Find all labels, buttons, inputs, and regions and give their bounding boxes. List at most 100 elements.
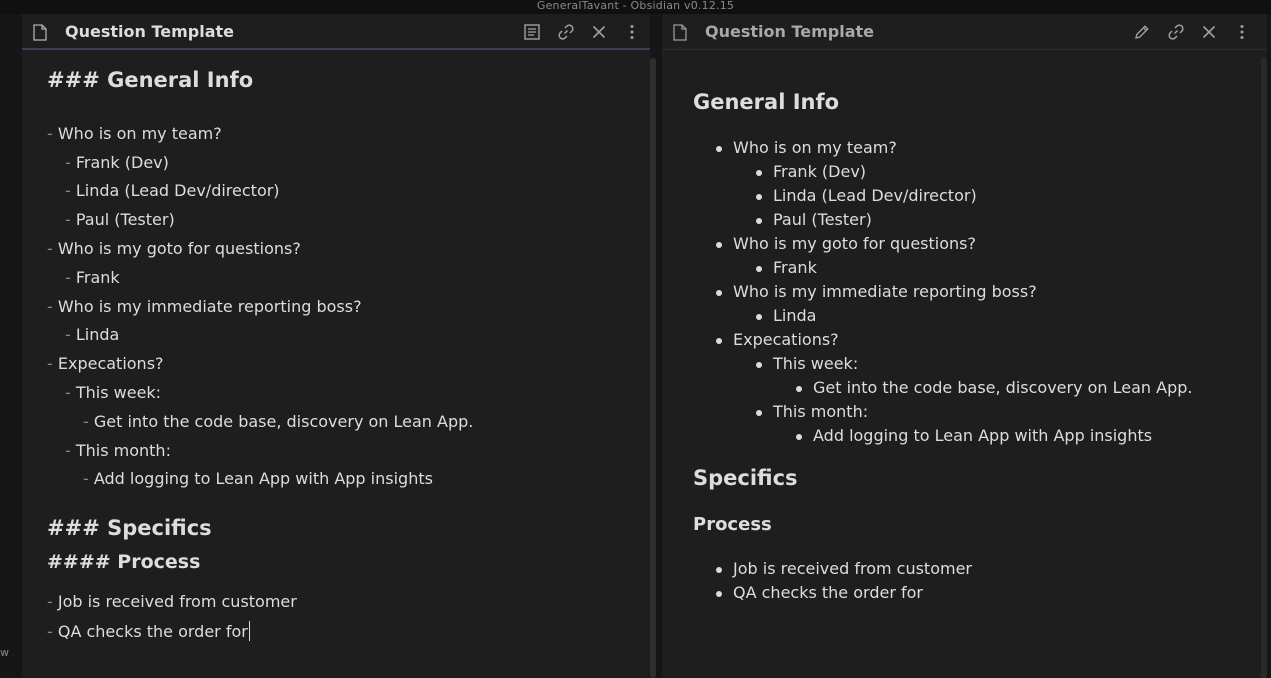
preview-pane-header: Question Template	[662, 14, 1267, 50]
pane-divider[interactable]	[650, 14, 662, 678]
preview-heading: Specifics	[693, 466, 798, 490]
edit-icon[interactable]	[1133, 23, 1151, 41]
editor-list-line[interactable]: - Who is on my team?	[47, 124, 222, 143]
bullet-marker	[796, 386, 802, 392]
editor-list-line[interactable]: - Frank (Dev)	[65, 153, 169, 172]
preview-list-item: This week:	[773, 354, 859, 373]
bullet-marker	[716, 591, 722, 597]
preview-icon[interactable]	[523, 23, 541, 41]
preview-list-item: Job is received from customer	[733, 559, 972, 578]
preview-list-item: Get into the code base, discovery on Lea…	[813, 378, 1193, 397]
preview-list-item: Frank	[773, 258, 817, 277]
editor-list-line[interactable]: - Get into the code base, discovery on L…	[83, 412, 473, 431]
list-text: This month:	[75, 441, 171, 460]
bullet-marker	[756, 314, 762, 320]
editor-pane: Question Template ### General Info - Who …	[22, 14, 650, 678]
bullet-marker	[756, 218, 762, 224]
list-dash: -	[65, 210, 76, 229]
list-dash: -	[47, 297, 58, 316]
preview-list-item: QA checks the order for	[733, 583, 923, 602]
list-dash: -	[47, 354, 58, 373]
editor-heading-line[interactable]: #### Process	[47, 551, 200, 573]
preview-list-item: Linda	[773, 306, 817, 325]
link-icon[interactable]	[1167, 23, 1185, 41]
close-icon[interactable]	[1200, 23, 1218, 41]
editor-heading-line[interactable]: ### General Info	[47, 68, 253, 92]
document-icon	[673, 24, 687, 41]
bullet-marker	[756, 194, 762, 200]
preview-list-item: Linda (Lead Dev/director)	[773, 186, 977, 205]
editor-heading-line[interactable]: ### Specifics	[47, 516, 212, 540]
list-dash: -	[83, 469, 94, 488]
list-text: Job is received from customer	[57, 592, 297, 611]
editor-list-line[interactable]: - Who is my immediate reporting boss?	[47, 297, 362, 316]
editor-list-line[interactable]: - Linda	[65, 325, 119, 344]
editor-list-line[interactable]: - This month:	[65, 441, 171, 460]
left-sidebar-edge: w	[0, 14, 22, 678]
bullet-marker	[716, 242, 722, 248]
close-icon[interactable]	[590, 23, 608, 41]
bullet-marker	[796, 434, 802, 440]
list-text: Linda (Lead Dev/director)	[75, 181, 280, 200]
list-dash: -	[47, 124, 58, 143]
list-dash: -	[65, 181, 76, 200]
editor-list-line[interactable]: - Linda (Lead Dev/director)	[65, 181, 280, 200]
list-text: Expecations?	[57, 354, 164, 373]
list-text: Frank (Dev)	[75, 153, 169, 172]
list-dash: -	[65, 383, 76, 402]
list-text: Who is on my team?	[57, 124, 222, 143]
bullet-marker	[716, 567, 722, 573]
preview-scrollbar[interactable]	[1261, 58, 1267, 678]
preview-list-item: Frank (Dev)	[773, 162, 867, 181]
list-text: Add logging to Lean App with App insight…	[93, 469, 433, 488]
preview-list-item: Who is on my team?	[733, 138, 897, 157]
bullet-marker	[756, 410, 762, 416]
editor-list-line[interactable]: - QA checks the order for	[47, 621, 250, 641]
window-title: GeneralTavant - Obsidian v0.12.15	[536, 0, 735, 12]
bullet-marker	[716, 338, 722, 344]
list-text: Linda	[75, 325, 120, 344]
editor-list-line[interactable]: - Job is received from customer	[47, 592, 297, 611]
list-text: Who is my goto for questions?	[57, 239, 301, 258]
editor-list-line[interactable]: - Frank	[65, 268, 120, 287]
preview-list-item: Paul (Tester)	[773, 210, 872, 229]
preview-list-item: Who is my immediate reporting boss?	[733, 282, 1037, 301]
list-text: Frank	[75, 268, 120, 287]
preview-pane: Question Template General Info Who is on …	[662, 14, 1267, 678]
text-cursor	[248, 621, 250, 641]
preview-list-item: Expecations?	[733, 330, 839, 349]
bullet-marker	[716, 290, 722, 296]
more-options-icon[interactable]	[1233, 23, 1251, 41]
document-icon	[33, 24, 47, 41]
editor-list-line[interactable]: - Add logging to Lean App with App insig…	[83, 469, 433, 488]
bullet-marker	[756, 170, 762, 176]
editor-list-line[interactable]: - Paul (Tester)	[65, 210, 175, 229]
more-options-icon[interactable]	[623, 23, 641, 41]
preview-list-item: Who is my goto for questions?	[733, 234, 976, 253]
editor-list-line[interactable]: - Expecations?	[47, 354, 164, 373]
list-dash: -	[65, 153, 76, 172]
list-dash: -	[47, 622, 58, 641]
editor-pane-header: Question Template	[22, 14, 650, 50]
editor-pane-title: Question Template	[65, 22, 234, 41]
editor-list-line[interactable]: - This week:	[65, 383, 161, 402]
editor-list-line[interactable]: - Who is my goto for questions?	[47, 239, 301, 258]
bullet-marker	[716, 146, 722, 152]
preview-list-item: Add logging to Lean App with App insight…	[813, 426, 1153, 445]
list-dash: -	[65, 325, 76, 344]
window-titlebar: GeneralTavant - Obsidian v0.12.15	[0, 0, 1271, 14]
preview-heading: Process	[693, 514, 772, 535]
list-dash: -	[65, 268, 76, 287]
list-dash: -	[47, 239, 58, 258]
list-text: Get into the code base, discovery on Lea…	[93, 412, 474, 431]
editor-scrollbar[interactable]	[650, 58, 656, 678]
list-dash: -	[65, 441, 76, 460]
bullet-marker	[756, 362, 762, 368]
link-icon[interactable]	[557, 23, 575, 41]
preview-pane-title: Question Template	[705, 22, 874, 41]
bullet-marker	[756, 266, 762, 272]
sidebar-text-fragment: w	[0, 646, 9, 659]
list-dash: -	[47, 592, 58, 611]
list-text: Who is my immediate reporting boss?	[57, 297, 362, 316]
preview-list-item: This month:	[773, 402, 869, 421]
